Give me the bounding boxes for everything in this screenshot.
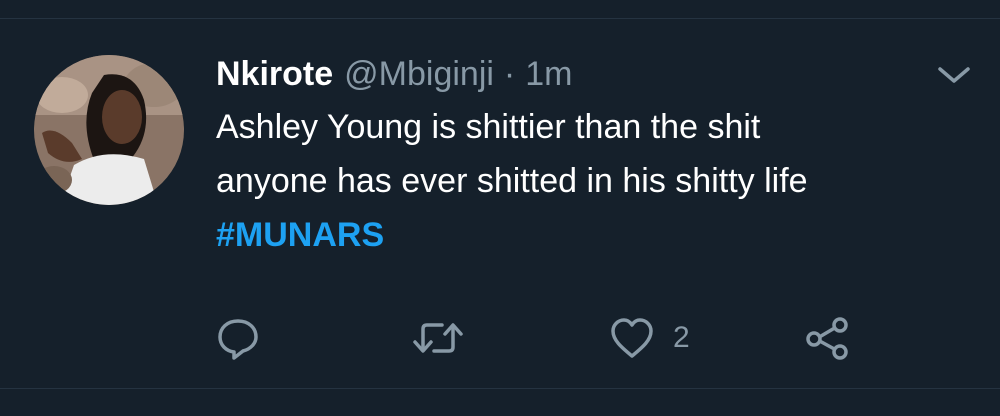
like-button[interactable]: 2	[609, 308, 690, 368]
tweet-text-line: Ashley Young is shittier than the shit	[216, 108, 761, 146]
tweet-actions: 2	[0, 308, 1000, 368]
separator-dot: ·	[503, 55, 516, 93]
display-name[interactable]: Nkirote	[216, 52, 333, 96]
timestamp[interactable]: 1m	[525, 52, 572, 96]
retweet-button[interactable]	[412, 308, 464, 368]
share-nodes-icon	[806, 317, 848, 360]
tweet-text-line: anyone has ever shitted in his shitty li…	[216, 162, 808, 200]
user-handle[interactable]: @Mbiginji	[344, 52, 494, 96]
share-button[interactable]	[804, 308, 850, 368]
comment-bubble-icon	[218, 319, 258, 360]
top-divider	[0, 18, 1000, 19]
retweet-arrows-icon	[413, 323, 463, 353]
more-options-button[interactable]	[932, 60, 976, 90]
heart-outline-icon	[611, 318, 653, 358]
tweet-header: Nkirote @Mbiginji · 1m	[216, 52, 572, 96]
avatar[interactable]	[34, 55, 184, 205]
bottom-divider	[0, 388, 1000, 389]
tweet-text: Ashley Young is shittier than the shit a…	[216, 100, 956, 262]
avatar-photo	[34, 55, 184, 205]
reply-button[interactable]	[216, 308, 260, 368]
like-count: 2	[673, 321, 690, 354]
hashtag-link[interactable]: #MUNARS	[216, 208, 956, 262]
chevron-down-icon	[938, 67, 970, 83]
